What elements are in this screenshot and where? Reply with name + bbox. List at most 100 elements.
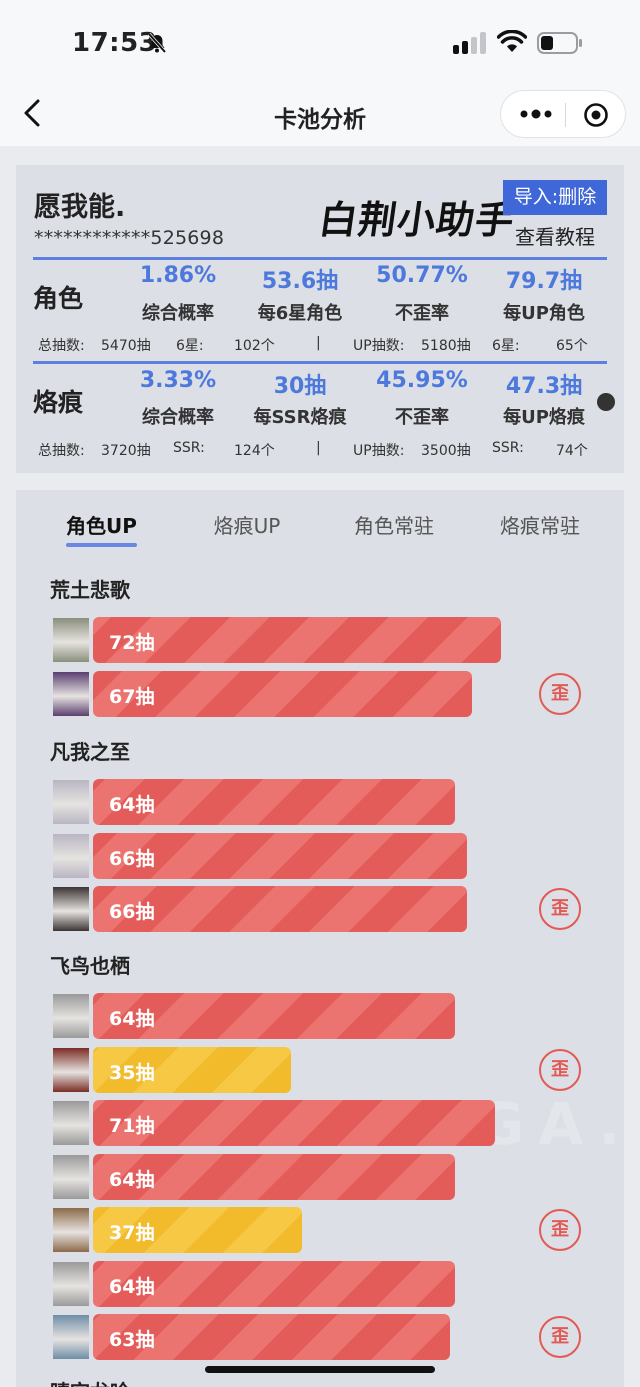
sub-value: 5470抽 [101, 338, 151, 354]
tab-active-indicator [66, 543, 137, 547]
sub-label: 6星: [176, 338, 204, 354]
sub-value: 124个 [234, 443, 275, 459]
pull-bar: 37抽 [93, 1207, 302, 1253]
sub-separator: | [316, 440, 321, 456]
stat-value: 1.86% [139, 263, 217, 288]
off-banner-badge: 歪 [539, 888, 581, 930]
stat-label: 每SSR烙痕 [253, 407, 347, 428]
sub-value: 3720抽 [101, 443, 151, 459]
sub-label: 总抽数: [38, 443, 85, 459]
signal-icon [453, 32, 486, 54]
off-banner-badge: 歪 [539, 1209, 581, 1251]
pull-count: 37抽 [109, 1222, 155, 1244]
nav-bar: 卡池分析 [0, 88, 640, 146]
floating-dot[interactable] [597, 393, 615, 411]
section-title-imprints: 烙痕 [33, 388, 84, 417]
section-divider [33, 361, 607, 364]
character-avatar [53, 1101, 89, 1145]
miniprogram-capsule [500, 90, 626, 138]
pull-count: 63抽 [109, 1329, 155, 1351]
pull-count: 67抽 [109, 685, 155, 708]
sub-value: 3500抽 [421, 443, 471, 459]
pull-bar: 64抽 [93, 1260, 455, 1307]
character-avatar [53, 618, 89, 662]
pull-count: 35抽 [109, 1061, 155, 1084]
stat-value: 50.77% [376, 263, 468, 288]
stat-value: 30抽 [273, 374, 327, 399]
summary-card: 愿我能. ************525698 白荆小助手 导入:删除 查看教程… [16, 165, 624, 473]
group-title: 晴空龙吟 [50, 1376, 130, 1387]
pull-bar: 66抽 [93, 886, 467, 932]
character-avatar [53, 1154, 89, 1199]
character-avatar [53, 671, 89, 716]
import-delete-button[interactable]: 导入:删除 [503, 180, 607, 215]
stat-label: 不歪率 [395, 407, 449, 428]
sub-label: SSR: [492, 440, 524, 456]
status-time: 17:53 [72, 28, 158, 58]
pull-bar: 64抽 [93, 1153, 455, 1200]
character-avatar [53, 780, 89, 824]
off-banner-badge: 歪 [539, 672, 581, 715]
app-logo: 白荆小助手 [316, 197, 518, 242]
pool-panel: 角色UP 烙痕UP 角色常驻 烙痕常驻 BBS.NGA.CN 晴空龙吟 荒土悲歌… [16, 490, 624, 1387]
sub-label: UP抽数: [353, 443, 405, 459]
sub-label: SSR: [173, 440, 205, 456]
user-uid: ************525698 [34, 227, 225, 249]
tutorial-link[interactable]: 查看教程 [503, 221, 607, 250]
wifi-icon [497, 30, 527, 52]
character-avatar [53, 1208, 89, 1252]
character-avatar [53, 1261, 89, 1306]
pull-bar: 35抽 [93, 1046, 291, 1093]
sub-value: 102个 [234, 338, 275, 354]
character-avatar [53, 1047, 89, 1092]
pull-bar: 72抽 [93, 617, 501, 663]
pull-count: 64抽 [109, 1008, 155, 1030]
user-name: 愿我能. [34, 192, 126, 223]
tab-imprint-up[interactable]: 烙痕UP [202, 510, 292, 539]
character-avatar [53, 887, 89, 931]
pull-bar: 64抽 [93, 779, 455, 825]
pull-count: 71抽 [109, 1115, 155, 1137]
section-title-characters: 角色 [33, 284, 84, 313]
home-indicator [205, 1366, 435, 1373]
character-avatar [53, 833, 89, 878]
sub-separator: | [316, 335, 321, 351]
stat-label: 不歪率 [395, 303, 449, 324]
pull-count: 64抽 [109, 794, 155, 816]
pull-bar: 71抽 [93, 1100, 495, 1146]
sub-value: 65个 [556, 338, 588, 354]
status-bar: 17:53 [0, 0, 640, 88]
group-title: 凡我之至 [50, 740, 130, 764]
stat-value: 47.3抽 [505, 374, 583, 399]
bell-muted-icon [147, 32, 167, 54]
capsule-divider [565, 103, 566, 127]
stat-label: 每UP烙痕 [503, 407, 585, 428]
stat-label: 综合概率 [142, 407, 214, 428]
pull-bar: 67抽 [93, 670, 472, 717]
stat-value: 3.33% [139, 368, 217, 393]
sub-value: 74个 [556, 443, 588, 459]
more-icon[interactable] [519, 103, 553, 125]
close-miniprogram-icon[interactable] [583, 102, 609, 128]
sub-value: 5180抽 [421, 338, 471, 354]
group-title: 荒土悲歌 [50, 578, 130, 602]
pull-bar: 64抽 [93, 993, 455, 1039]
stat-label: 每UP角色 [503, 303, 585, 324]
pull-count: 66抽 [109, 847, 155, 870]
off-banner-badge: 歪 [539, 1316, 581, 1358]
stat-value: 79.7抽 [505, 269, 583, 294]
stat-label: 每6星角色 [257, 303, 343, 324]
tab-character-up[interactable]: 角色UP [66, 510, 137, 539]
stat-value: 45.95% [376, 368, 468, 393]
tab-character-standard[interactable]: 角色常驻 [344, 510, 444, 539]
tab-imprint-standard[interactable]: 烙痕常驻 [490, 510, 590, 539]
group-title: 飞鸟也栖 [50, 954, 130, 978]
pull-count: 66抽 [109, 901, 155, 923]
pull-bar: 66抽 [93, 832, 467, 879]
pull-count: 64抽 [109, 1168, 155, 1191]
off-banner-badge: 歪 [539, 1048, 581, 1091]
section-divider [33, 257, 607, 260]
character-avatar [53, 1315, 89, 1359]
sub-label: UP抽数: [353, 338, 405, 354]
battery-icon [537, 32, 582, 54]
